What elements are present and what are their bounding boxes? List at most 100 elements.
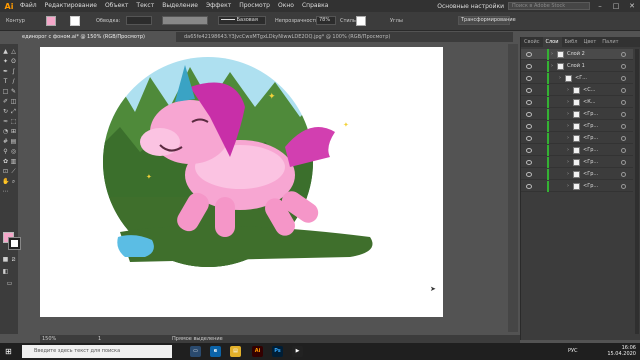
layer-row[interactable]: › <Гр... <box>521 133 633 144</box>
target-circle-icon[interactable] <box>621 52 626 57</box>
layer-row[interactable]: › <Гр... <box>521 109 633 120</box>
layer-row[interactable]: › <Гр... <box>521 121 633 132</box>
workspace-switcher[interactable]: Основные настройки <box>437 3 504 10</box>
direct-selection-tool-icon[interactable]: △ <box>10 48 17 55</box>
target-circle-icon[interactable] <box>621 112 626 117</box>
pen-tool-icon[interactable]: ✒ <box>2 68 9 75</box>
visibility-eye-icon[interactable] <box>526 52 532 57</box>
shape-builder-icon[interactable]: ◔ <box>2 128 9 135</box>
artboard-number[interactable]: 1 <box>98 335 101 343</box>
stroke-weight-field[interactable] <box>126 16 152 25</box>
task-view-icon[interactable]: ▭ <box>190 346 201 357</box>
expand-arrow-icon[interactable]: › <box>567 99 569 105</box>
width-tool-icon[interactable]: ≈ <box>2 118 9 125</box>
stroke-color-icon[interactable] <box>8 237 21 250</box>
visibility-eye-icon[interactable] <box>526 112 532 117</box>
opacity-field[interactable]: 78% <box>316 16 336 25</box>
layer-row[interactable]: › <К... <box>521 97 633 108</box>
target-circle-icon[interactable] <box>621 148 626 153</box>
curvature-tool-icon[interactable]: ∫ <box>10 68 17 75</box>
zoom-level[interactable]: 150% <box>42 335 56 343</box>
layer-row[interactable]: › <Гр... <box>521 169 633 180</box>
edge-icon[interactable]: e <box>210 346 221 357</box>
blend-tool-icon[interactable]: ◎ <box>10 148 17 155</box>
lasso-icon[interactable]: ʘ <box>10 58 17 65</box>
expand-arrow-icon[interactable]: › <box>567 159 569 165</box>
layers-scrollbar[interactable] <box>635 49 639 334</box>
brush-field[interactable]: Базовая <box>218 16 266 25</box>
expand-arrow-icon[interactable]: › <box>567 135 569 141</box>
layer-name[interactable]: <Гр... <box>583 159 598 166</box>
eraser-tool-icon[interactable]: ◫ <box>10 98 17 105</box>
layer-name[interactable]: <С... <box>583 87 595 94</box>
photoshop-taskbar-icon[interactable]: Ps <box>272 346 283 357</box>
menu-edit[interactable]: Редактирование <box>41 0 101 12</box>
layer-name[interactable]: <Гр... <box>583 111 598 118</box>
layer-row[interactable]: › <С... <box>521 85 633 96</box>
tab-swatches[interactable]: Палит <box>599 37 621 47</box>
visibility-eye-icon[interactable] <box>526 76 532 81</box>
target-circle-icon[interactable] <box>621 64 626 69</box>
style-swatch[interactable] <box>356 16 366 26</box>
tab-properties[interactable]: Свойс <box>521 37 543 47</box>
target-circle-icon[interactable] <box>621 160 626 165</box>
expand-arrow-icon[interactable]: › <box>567 123 569 129</box>
menu-window[interactable]: Окно <box>274 0 298 12</box>
color-mode-icon[interactable]: ■ <box>2 256 9 263</box>
expand-arrow-icon[interactable]: › <box>551 63 553 69</box>
maximize-icon[interactable]: □ <box>610 0 622 12</box>
layer-row[interactable]: › Слой 1 <box>521 61 633 72</box>
target-circle-icon[interactable] <box>621 184 626 189</box>
tab-libraries[interactable]: Библ <box>562 37 581 47</box>
menu-select[interactable]: Выделение <box>158 0 202 12</box>
magic-wand-icon[interactable]: ✦ <box>2 58 9 65</box>
zoom-tool-icon[interactable]: ⌕ <box>10 178 17 185</box>
layer-name[interactable]: Слой 1 <box>567 63 585 70</box>
stroke-swatch[interactable] <box>70 16 80 26</box>
target-circle-icon[interactable] <box>621 100 626 105</box>
menu-object[interactable]: Объект <box>101 0 132 12</box>
free-transform-icon[interactable]: ⬚ <box>10 118 17 125</box>
expand-arrow-icon[interactable]: › <box>567 183 569 189</box>
target-circle-icon[interactable] <box>621 76 626 81</box>
visibility-eye-icon[interactable] <box>526 160 532 165</box>
visibility-eye-icon[interactable] <box>526 148 532 153</box>
line-tool-icon[interactable]: / <box>10 78 17 85</box>
fill-swatch[interactable] <box>46 16 56 26</box>
windows-start-icon[interactable]: ⊞ <box>5 347 14 356</box>
target-circle-icon[interactable] <box>621 88 626 93</box>
screen-mode-icon[interactable]: ▭ <box>6 280 13 287</box>
hand-tool-icon[interactable]: ✋ <box>2 178 9 185</box>
draw-mode-icon[interactable]: ◧ <box>2 268 9 275</box>
visibility-eye-icon[interactable] <box>526 64 532 69</box>
tab-color[interactable]: Цвет <box>580 37 599 47</box>
gradient-tool-icon[interactable]: ▤ <box>10 138 17 145</box>
close-icon[interactable]: ✕ <box>626 0 638 12</box>
menu-effect[interactable]: Эффект <box>202 0 235 12</box>
layer-name[interactable]: <Гр... <box>583 135 598 142</box>
minimize-icon[interactable]: – <box>594 0 606 12</box>
rotate-tool-icon[interactable]: ↻ <box>2 108 9 115</box>
menu-help[interactable]: Справка <box>298 0 332 12</box>
layer-row[interactable]: › <Гр... <box>521 145 633 156</box>
none-mode-icon[interactable]: ⧄ <box>10 256 17 263</box>
explorer-icon[interactable]: ▤ <box>230 346 241 357</box>
expand-arrow-icon[interactable]: › <box>567 111 569 117</box>
tab-jpg-doc[interactable]: da65fe42198643.Y3JvcCwxMTgxLDkyNiwwLDE2O… <box>180 32 418 42</box>
expand-arrow-icon[interactable]: › <box>567 147 569 153</box>
shaper-tool-icon[interactable]: ✐ <box>2 98 9 105</box>
stock-search-input[interactable]: Поиск в Adobe Stock <box>508 2 590 10</box>
target-circle-icon[interactable] <box>621 172 626 177</box>
visibility-eye-icon[interactable] <box>526 172 532 177</box>
selection-tool-icon[interactable]: ▲ <box>2 48 9 55</box>
visibility-eye-icon[interactable] <box>526 124 532 129</box>
expand-arrow-icon[interactable]: › <box>567 87 569 93</box>
perspective-grid-icon[interactable]: ⊞ <box>10 128 17 135</box>
taskbar-clock[interactable]: 16:06 15.04.2020 <box>607 345 636 357</box>
visibility-eye-icon[interactable] <box>526 100 532 105</box>
tab-unicorn-doc[interactable]: единорог с фоном.ai* @ 150% (RGB/Просмот… <box>18 32 176 42</box>
expand-arrow-icon[interactable]: › <box>559 75 561 81</box>
more-tools-icon[interactable]: ⋯ <box>2 188 9 195</box>
target-circle-icon[interactable] <box>621 136 626 141</box>
brush-tool-icon[interactable]: ✎ <box>10 88 17 95</box>
